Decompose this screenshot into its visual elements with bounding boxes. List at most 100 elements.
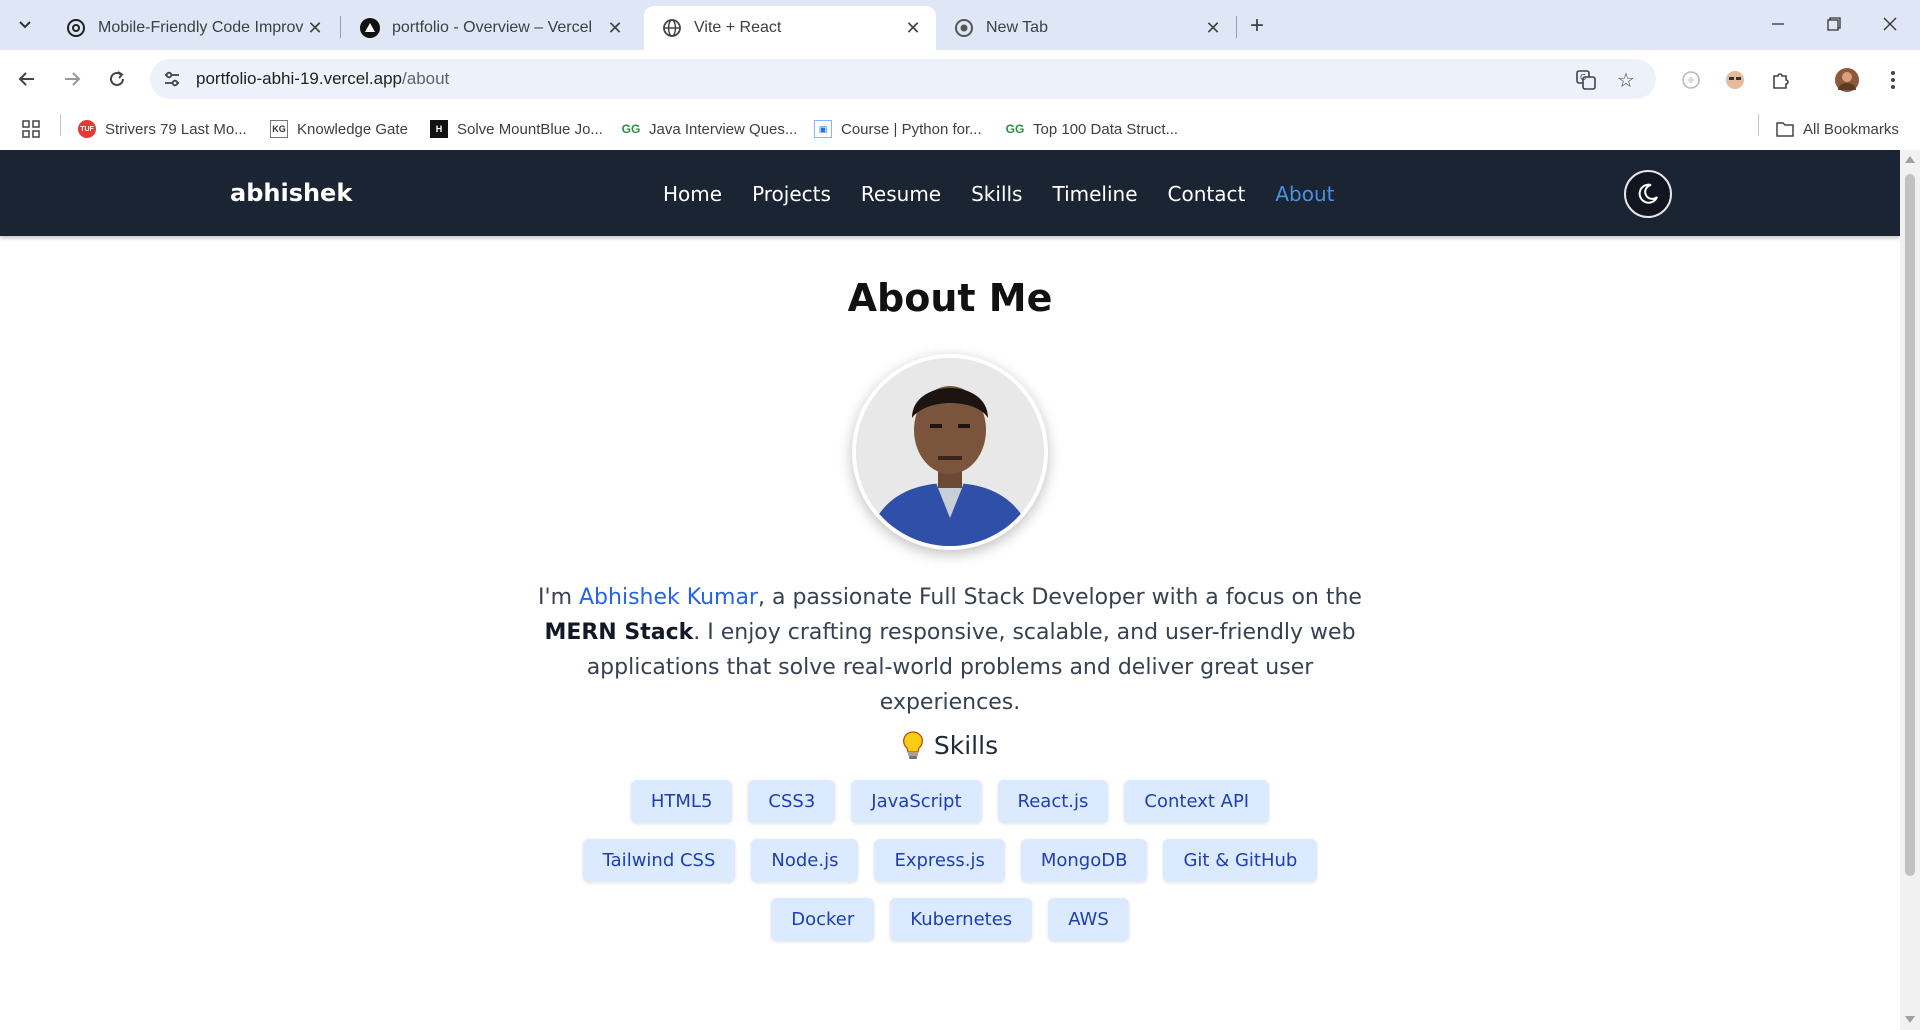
intro-suffix: . I enjoy crafting responsive, scalable,… <box>586 620 1356 715</box>
extension-icon[interactable] <box>1678 67 1704 93</box>
skills-list: HTML5 CSS3 JavaScript React.js Context A… <box>550 780 1350 941</box>
nav-skills[interactable]: Skills <box>971 182 1022 206</box>
puzzle-icon[interactable] <box>1768 67 1794 93</box>
bookmark-label: Java Interview Ques... <box>649 120 798 138</box>
openai-icon <box>66 18 86 38</box>
menu-icon[interactable] <box>1880 67 1906 93</box>
restore-icon <box>1827 17 1841 31</box>
site-navbar: abhishek Home Projects Resume Skills Tim… <box>0 150 1900 236</box>
nav-timeline[interactable]: Timeline <box>1052 182 1137 206</box>
course-icon: ▣ <box>814 120 832 138</box>
site-brand[interactable]: abhishek <box>230 179 352 207</box>
all-bookmarks-button[interactable]: All Bookmarks <box>1776 116 1899 142</box>
site-nav-links: Home Projects Resume Skills Timeline Con… <box>663 182 1364 206</box>
tab-separator <box>340 16 341 38</box>
bookmark-java-interview[interactable]: GG Java Interview Ques... <box>621 116 798 142</box>
scroll-down-icon[interactable] <box>1905 1016 1915 1023</box>
scroll-up-icon[interactable] <box>1905 156 1915 163</box>
skill-chip: Git & GitHub <box>1163 839 1318 882</box>
close-icon[interactable]: ✕ <box>604 17 626 39</box>
bookmarks-items: TUF Strivers 79 Last Mo... KG Knowledge … <box>0 108 1920 150</box>
arrow-left-icon <box>18 72 34 86</box>
nav-resume[interactable]: Resume <box>861 182 941 206</box>
minimize-icon <box>1772 23 1784 25</box>
new-tab-button[interactable]: + <box>1243 12 1271 40</box>
window-close-button[interactable] <box>1872 8 1908 40</box>
theme-toggle-button[interactable] <box>1624 170 1672 218</box>
minimize-button[interactable] <box>1760 8 1796 40</box>
bookmark-label: Top 100 Data Struct... <box>1033 120 1179 138</box>
tab-2[interactable]: portfolio - Overview – Vercel ✕ <box>342 6 638 50</box>
skill-chip: JavaScript <box>851 780 982 823</box>
scrollbar-thumb[interactable] <box>1905 174 1915 876</box>
close-icon[interactable]: ✕ <box>1202 17 1224 39</box>
all-bookmarks-label: All Bookmarks <box>1803 120 1899 138</box>
profile-photo <box>852 354 1048 550</box>
svg-text:G: G <box>1580 73 1586 82</box>
nav-contact[interactable]: Contact <box>1168 182 1246 206</box>
bookmark-strivers[interactable]: TUF Strivers 79 Last Mo... <box>78 116 247 142</box>
close-icon[interactable]: ✕ <box>304 17 326 39</box>
skill-chip: CSS3 <box>748 780 836 823</box>
restore-button[interactable] <box>1816 8 1852 40</box>
tab-4[interactable]: New Tab ✕ <box>936 6 1236 50</box>
url-path: /about <box>402 69 450 88</box>
gfg-icon: GG <box>1005 122 1025 136</box>
skill-chip: HTML5 <box>630 780 733 823</box>
page-viewport: abhishek Home Projects Resume Skills Tim… <box>0 150 1920 1030</box>
moon-icon <box>1638 183 1658 204</box>
bookmark-label: Solve MountBlue Jo... <box>457 120 603 138</box>
url-text[interactable]: portfolio-abhi-19.vercel.app/about <box>196 69 449 89</box>
nav-about[interactable]: About <box>1275 182 1334 206</box>
bookmark-label: Knowledge Gate <box>297 120 408 138</box>
plus-icon: + <box>1249 12 1264 39</box>
nav-projects[interactable]: Projects <box>752 182 831 206</box>
skill-chip: Kubernetes <box>890 898 1033 941</box>
arrow-right-icon <box>65 72 81 86</box>
tab-separator <box>1236 16 1237 38</box>
back-button[interactable] <box>10 62 44 96</box>
chrome-icon <box>954 18 974 38</box>
translate-icon[interactable]: G <box>1574 68 1598 92</box>
kg-icon: KG <box>270 120 288 138</box>
bookmark-top-100[interactable]: GG Top 100 Data Struct... <box>1006 116 1178 142</box>
tab-search-button[interactable] <box>10 10 40 40</box>
reload-button[interactable] <box>100 62 134 96</box>
lightbulb-icon <box>902 731 923 759</box>
intro-prefix: I'm <box>538 585 579 610</box>
tab-title: Mobile-Friendly Code Improvem <box>98 19 304 36</box>
forward-button[interactable] <box>55 62 89 96</box>
bookmark-knowledge-gate[interactable]: KG Knowledge Gate <box>270 116 408 142</box>
hackerearth-icon: H <box>430 120 448 138</box>
skill-chip: Docker <box>771 898 875 941</box>
page-title: About Me <box>847 276 1053 320</box>
page-scrollbar[interactable] <box>1900 150 1920 1030</box>
tab-3-active[interactable]: Vite + React ✕ <box>644 6 936 50</box>
profile-avatar[interactable] <box>1834 67 1860 93</box>
chevron-down-icon <box>19 21 31 29</box>
site-info-icon[interactable] <box>160 67 184 91</box>
skill-chip: Context API <box>1124 780 1270 823</box>
bookmark-course-python[interactable]: ▣ Course | Python for... <box>814 116 982 142</box>
folder-icon <box>1776 120 1794 138</box>
star-icon[interactable]: ☆ <box>1614 68 1638 92</box>
url-host: portfolio-abhi-19.vercel.app <box>196 69 403 88</box>
extension-avatar-icon[interactable] <box>1722 67 1748 93</box>
tab-title: Vite + React <box>694 19 782 36</box>
vercel-icon <box>360 18 380 38</box>
nav-home[interactable]: Home <box>663 182 722 206</box>
globe-icon <box>662 18 682 38</box>
tuf-icon: TUF <box>78 120 96 138</box>
skill-chip: AWS <box>1048 898 1129 941</box>
tab-title: portfolio - Overview – Vercel <box>392 19 593 36</box>
gfg-icon: GG <box>621 122 641 136</box>
tab-strip: Mobile-Friendly Code Improvem ✕ portfoli… <box>0 0 1920 50</box>
intro-name: Abhishek Kumar <box>579 585 758 610</box>
intro-paragraph: I'm Abhishek Kumar, a passionate Full St… <box>530 580 1370 720</box>
bookmark-label: Course | Python for... <box>841 120 982 138</box>
skill-chip: React.js <box>997 780 1109 823</box>
address-bar[interactable]: portfolio-abhi-19.vercel.app/about G ☆ <box>150 59 1656 99</box>
tab-1[interactable]: Mobile-Friendly Code Improvem ✕ <box>48 6 338 50</box>
close-icon[interactable]: ✕ <box>902 17 924 39</box>
bookmark-mountblue[interactable]: H Solve MountBlue Jo... <box>430 116 603 142</box>
